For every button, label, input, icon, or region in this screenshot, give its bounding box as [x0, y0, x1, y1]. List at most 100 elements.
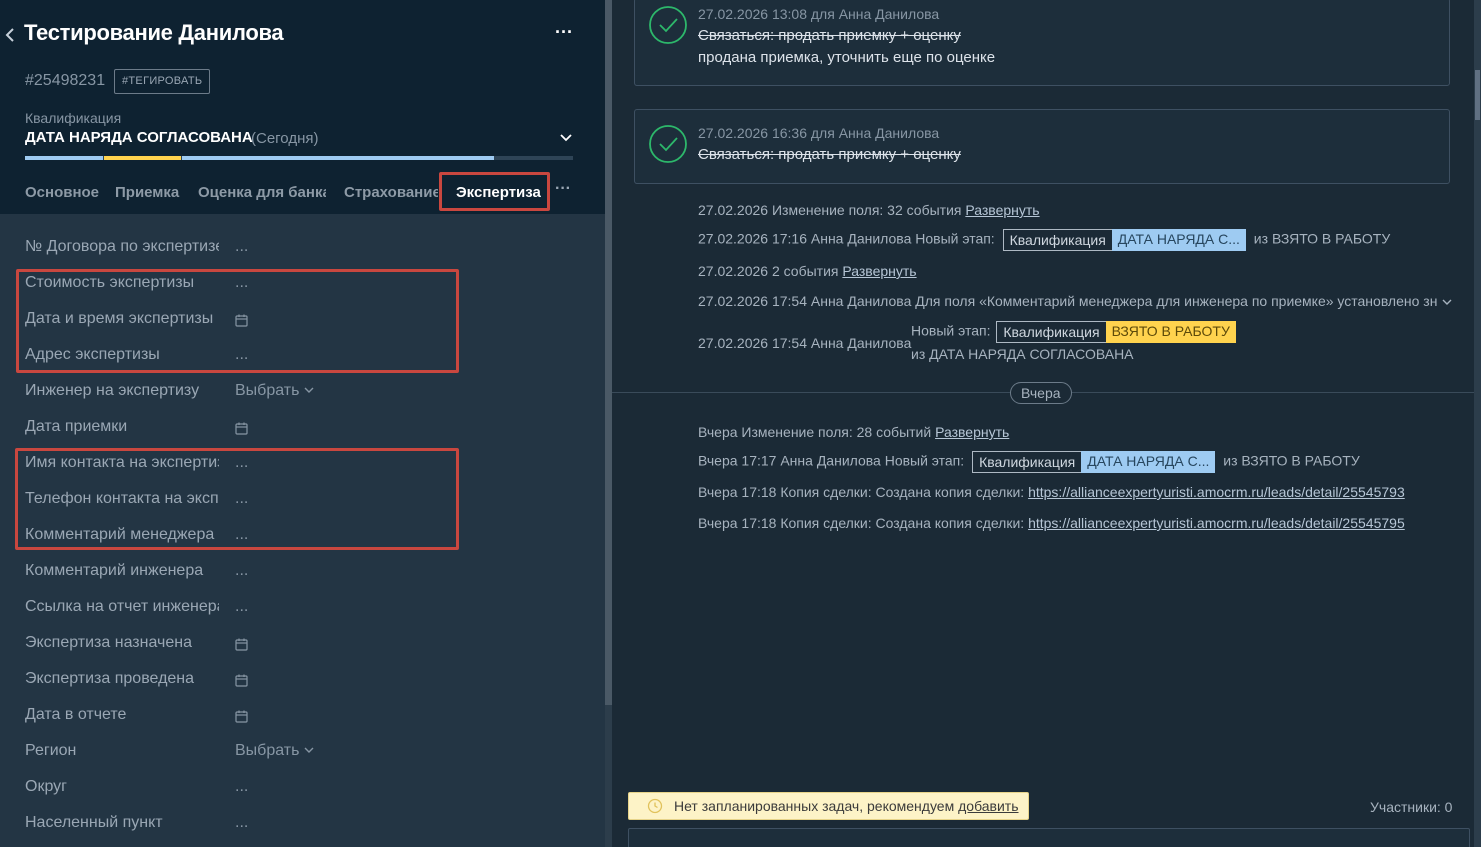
more-tabs-icon[interactable]: ···	[555, 180, 571, 198]
activity-feed: 27.02.2026 13:08 для Анна Данилова Связа…	[612, 0, 1481, 847]
tab-priemka[interactable]: Приемка	[115, 184, 183, 201]
field-value-text: ...	[235, 238, 249, 255]
annotation-box-active-tab	[439, 172, 550, 211]
field-row: Экспертиза назначена	[0, 626, 605, 662]
field-row: № Договора по экспертизе...	[0, 230, 605, 266]
chevron-down-icon	[304, 747, 314, 753]
feed-event: 27.02.2026 17:16 Анна Данилова Новый эта…	[698, 229, 1390, 251]
task-done-check-icon[interactable]	[648, 5, 688, 45]
field-label: Округ	[25, 778, 67, 795]
field-label: Инженер на экспертизу	[25, 382, 200, 399]
task-meta: 27.02.2026 16:36 для Анна Данилова	[698, 125, 940, 141]
field-label: Комментарий инженера	[25, 562, 204, 579]
task-card[interactable]: 27.02.2026 13:08 для Анна Данилова Связа…	[634, 0, 1450, 86]
tab-osnovnoe[interactable]: Основное	[25, 184, 101, 201]
task-done-check-icon[interactable]	[648, 124, 688, 164]
field-value-text: Выбрать	[235, 382, 300, 399]
field-row: Населенный пункт...	[0, 806, 605, 842]
expand-link[interactable]: Развернуть	[842, 263, 916, 279]
calendar-icon[interactable]	[235, 710, 248, 723]
deal-title[interactable]: Тестирование Данилова	[24, 20, 284, 46]
event-text-after: из ВЗЯТО В РАБОТУ	[1249, 230, 1391, 247]
right-scrollbar[interactable]	[1474, 0, 1481, 847]
add-task-link[interactable]: добавить	[958, 798, 1018, 814]
field-select[interactable]: Выбрать	[235, 382, 316, 400]
feed-event: 27.02.2026 2 события Развернуть	[698, 263, 917, 279]
task-result: продана приемка, уточнить еще по оценке	[698, 49, 996, 66]
stage-tag-stage: ДАТА НАРЯДА С...	[1081, 451, 1216, 473]
event-text: Вчера 17:18 Копия сделки: Создана копия …	[698, 484, 1029, 500]
field-select[interactable]: Выбрать	[235, 742, 316, 760]
event-text: Вчера 17:18 Копия сделки: Создана копия …	[698, 515, 1029, 531]
back-arrow-icon[interactable]	[3, 24, 17, 46]
field-value[interactable]: ...	[235, 814, 248, 832]
left-scrollbar[interactable]	[605, 0, 612, 847]
chevron-down-icon	[304, 387, 314, 393]
event-text: Новый этап:	[911, 322, 991, 339]
task-meta: 27.02.2026 13:08 для Анна Данилова	[698, 6, 940, 22]
expand-link[interactable]: Развернуть	[935, 424, 1009, 440]
stage-tag-pipeline: Квалификация	[996, 321, 1107, 343]
feed-event-stage-line1: Новый этап: Квалификация ВЗЯТО В РАБОТУ	[911, 321, 1240, 343]
field-row: Экспертиза проведена	[0, 662, 605, 698]
tag-button[interactable]: #ТЕГИРОВАТЬ	[114, 69, 211, 94]
right-scrollbar-thumb[interactable]	[1475, 70, 1480, 120]
more-options-icon[interactable]: ···	[555, 23, 575, 44]
event-text: 27.02.2026 Изменение поля: 32 события	[698, 202, 966, 218]
stage-tag-pipeline: Квалификация	[1002, 229, 1113, 251]
no-tasks-banner: Нет запланированных задач, рекомендуем д…	[628, 792, 1029, 820]
stage-tag-stage: ДАТА НАРЯДА С...	[1111, 229, 1246, 251]
participants-count[interactable]: Участники: 0	[1370, 799, 1452, 815]
event-text: 27.02.2026 17:16 Анна Данилова Новый эта…	[698, 230, 995, 247]
field-row: Дата приемки	[0, 410, 605, 446]
tab-strahovanie[interactable]: Страхование	[344, 184, 438, 201]
stage-tag: Квалификация ВЗЯТО В РАБОТУ	[996, 321, 1236, 343]
event-text: 27.02.2026 2 события	[698, 263, 843, 279]
field-value-text: ...	[235, 598, 249, 615]
field-value[interactable]: ...	[235, 778, 248, 796]
field-value[interactable]: ...	[235, 562, 248, 580]
feed-event: Вчера 17:18 Копия сделки: Создана копия …	[698, 515, 1405, 531]
stage-progress-bar	[25, 156, 573, 160]
calendar-icon[interactable]	[235, 422, 248, 435]
feed-event: Вчера 17:17 Анна Данилова Новый этап: Кв…	[698, 451, 1360, 473]
calendar-icon[interactable]	[235, 674, 248, 687]
field-label: Дата в отчете	[25, 706, 127, 723]
tab-ocenka[interactable]: Оценка для банка	[198, 184, 326, 201]
stage-tag-stage: ВЗЯТО В РАБОТУ	[1105, 321, 1236, 343]
deal-copy-link[interactable]: https://allianceexpertyuristi.amocrm.ru/…	[1028, 515, 1405, 531]
field-label: Населенный пункт	[25, 814, 163, 831]
field-label: Экспертиза назначена	[25, 634, 192, 651]
field-row: Округ...	[0, 770, 605, 806]
stage-tag-pipeline: Квалификация	[972, 451, 1083, 473]
left-scrollbar-thumb[interactable]	[605, 0, 612, 705]
field-label: Экспертиза проведена	[25, 670, 195, 687]
event-text: 27.02.2026 17:54 Анна Данилова Для поля …	[698, 293, 1438, 309]
deal-copy-link[interactable]: https://allianceexpertyuristi.amocrm.ru/…	[1028, 484, 1405, 500]
field-row: Регион Выбрать	[0, 734, 605, 770]
compose-area[interactable]	[628, 828, 1470, 847]
event-text-after: из ВЗЯТО В РАБОТУ	[1219, 452, 1360, 469]
chevron-down-icon[interactable]	[1441, 297, 1453, 307]
feed-event: 27.02.2026 17:54 Анна Данилова	[698, 335, 911, 351]
expand-link[interactable]: Развернуть	[965, 202, 1039, 218]
calendar-icon[interactable]	[235, 638, 248, 651]
field-row: Ссылка на отчет инженера...	[0, 590, 605, 626]
chevron-down-icon[interactable]	[558, 129, 574, 145]
deal-card-panel: Тестирование Данилова ··· #25498231 #ТЕГ…	[0, 0, 605, 847]
day-separator: Вчера	[1010, 382, 1072, 404]
stage-tag: Квалификация ДАТА НАРЯДА С...	[1002, 229, 1246, 251]
task-card[interactable]: 27.02.2026 16:36 для Анна Данилова Связа…	[634, 109, 1450, 184]
field-value[interactable]: ...	[235, 598, 248, 616]
event-text: 27.02.2026 17:54 Анна Данилова	[698, 335, 912, 351]
field-label: Регион	[25, 742, 77, 759]
field-row: Дата в отчете	[0, 698, 605, 734]
feed-event[interactable]: 27.02.2026 17:54 Анна Данилова Для поля …	[698, 293, 1453, 309]
stage-name[interactable]: ДАТА НАРЯДА СОГЛАСОВАНА	[25, 129, 253, 146]
feed-event: Вчера 17:18 Копия сделки: Создана копия …	[698, 484, 1405, 500]
field-value[interactable]: ...	[235, 238, 248, 256]
task-text: Связаться: продать приемку + оценку	[698, 27, 961, 44]
clock-icon	[647, 798, 663, 814]
event-text: Вчера Изменение поля: 28 событий	[698, 424, 936, 440]
field-label: Ссылка на отчет инженера	[25, 598, 219, 615]
